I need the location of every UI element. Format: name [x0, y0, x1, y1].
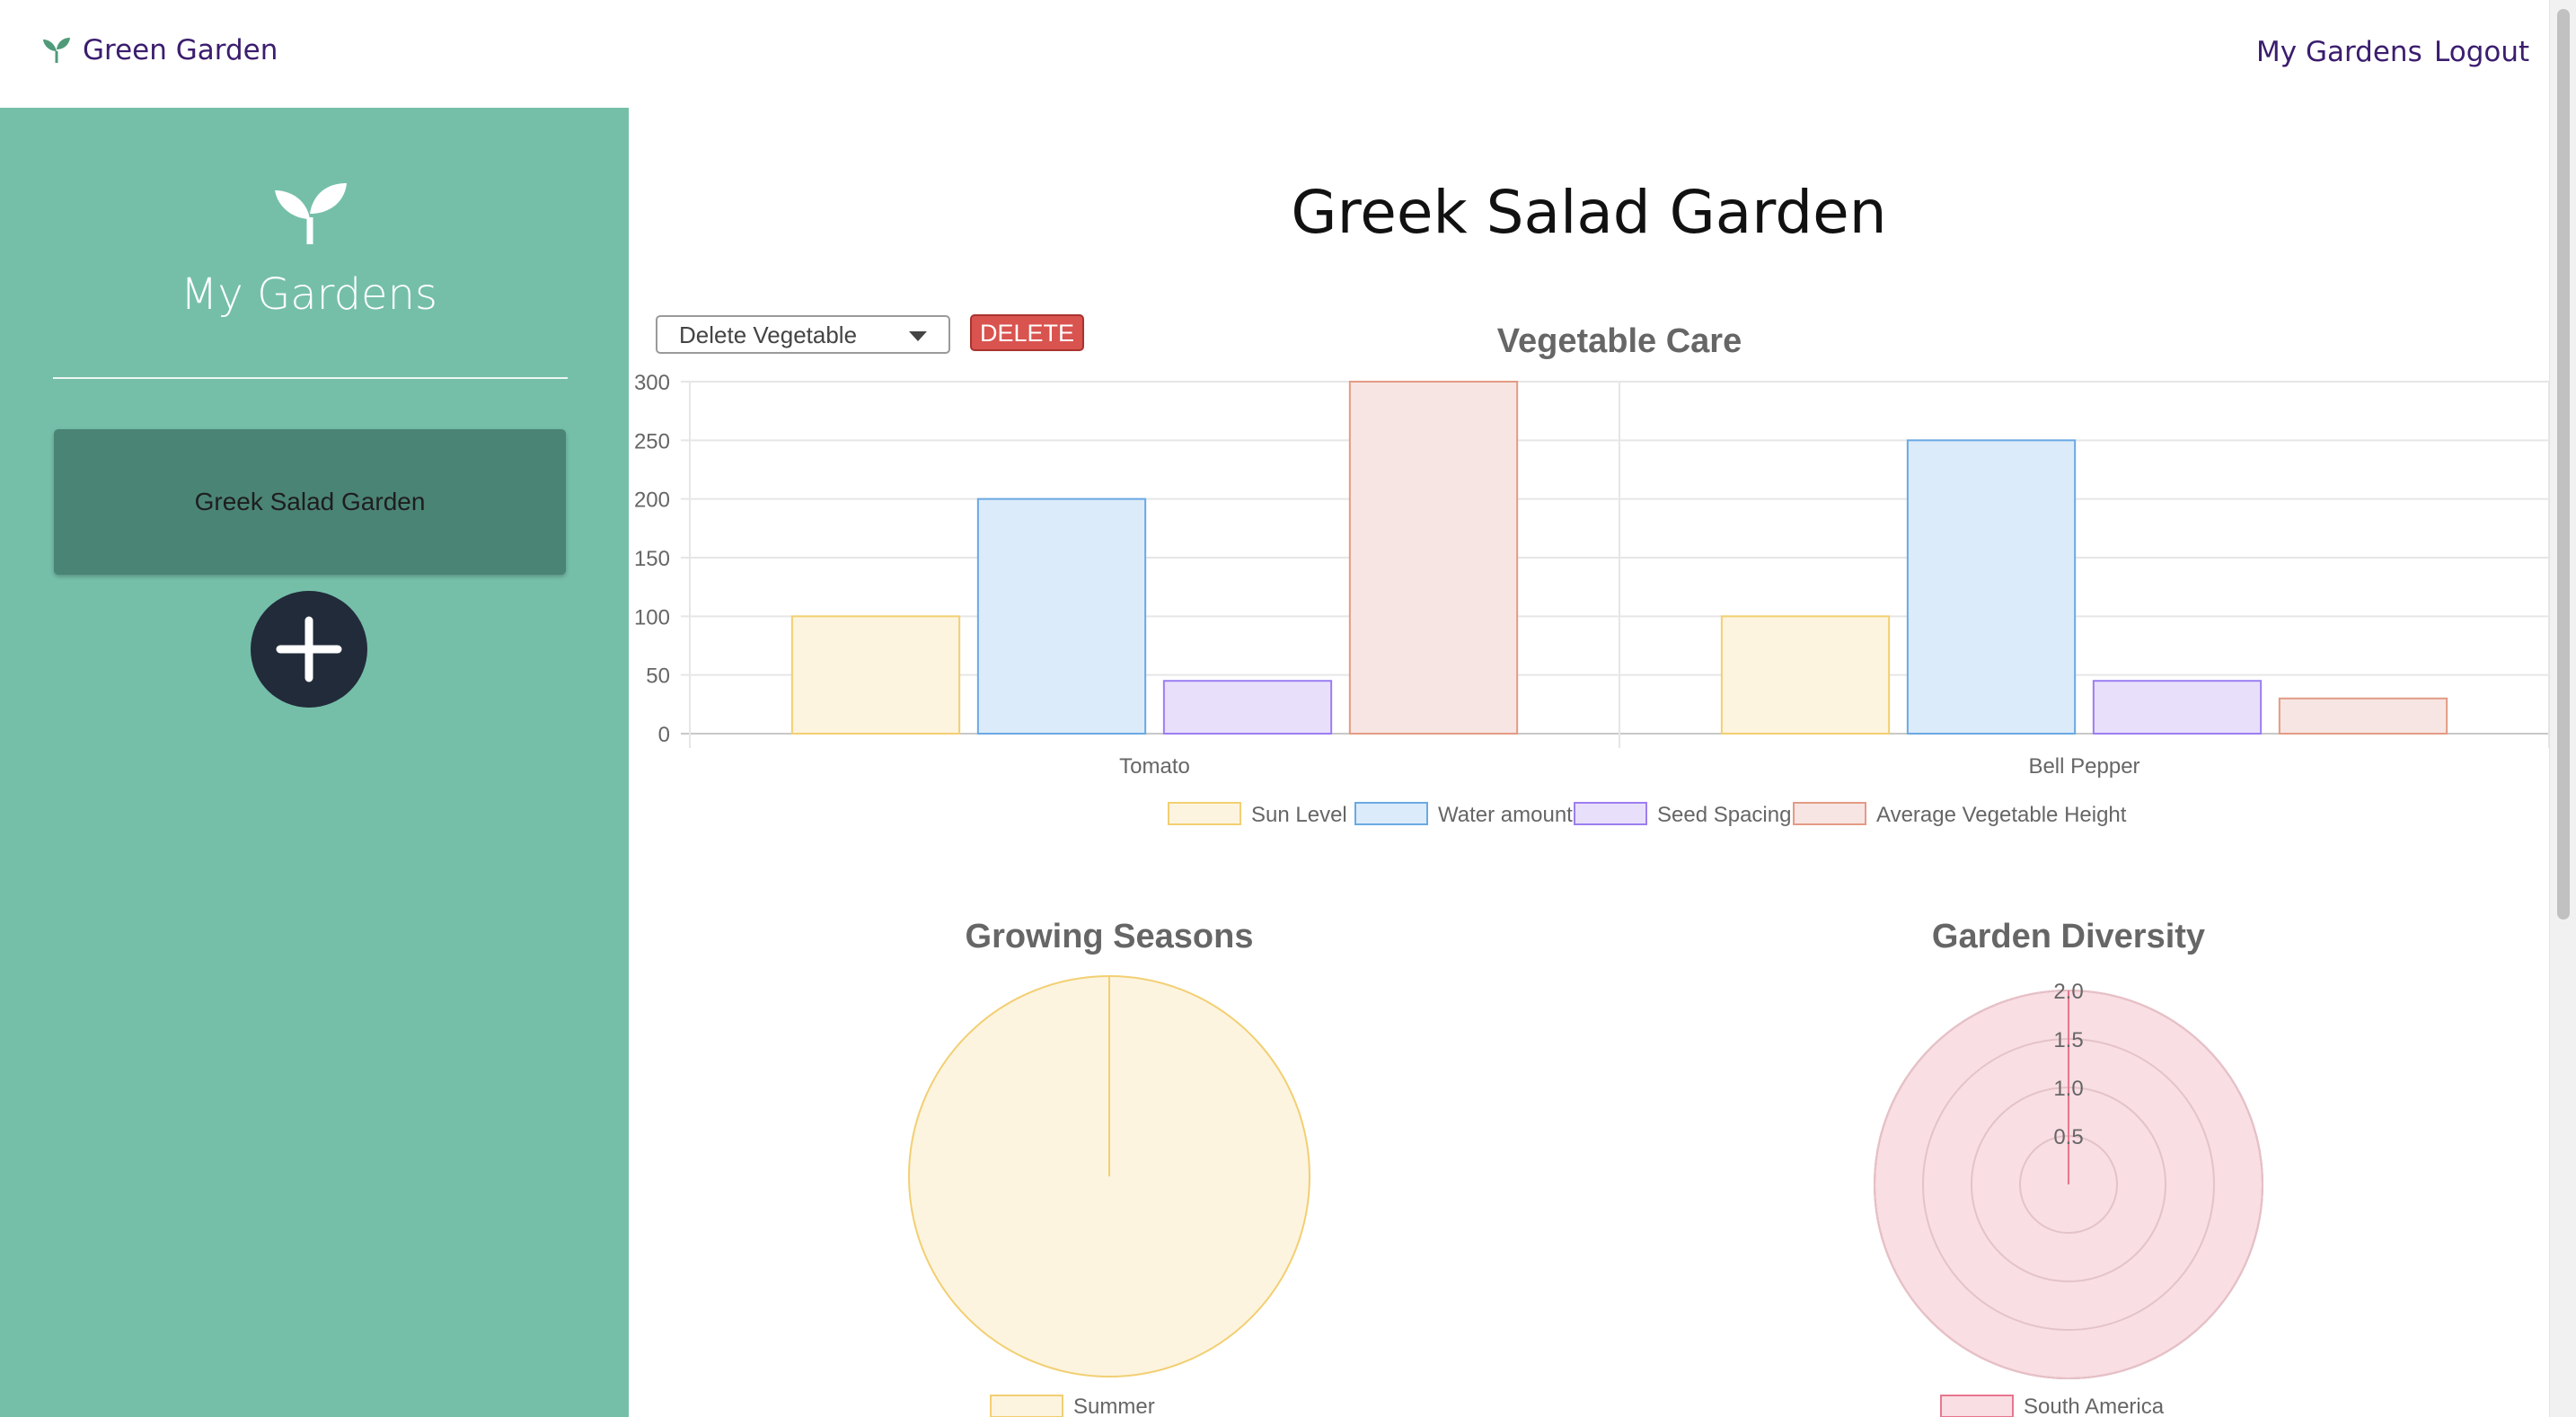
sidebar-divider: [53, 377, 568, 379]
legend-swatch: [1793, 802, 1866, 825]
brand-link[interactable]: Green Garden: [41, 34, 278, 66]
bar: [1720, 615, 1891, 735]
bar: [1348, 381, 1519, 735]
polar-ring: [1874, 990, 2263, 1379]
bar-chart-title: Vegetable Care: [1497, 322, 1742, 360]
bar-y-tick: 250: [634, 429, 670, 453]
bar-y-tick: 50: [646, 664, 670, 689]
nav-link-my-gardens[interactable]: My Gardens: [2256, 36, 2422, 68]
caret-down-icon: [909, 331, 927, 341]
polar-ring: [2019, 1135, 2118, 1234]
legend-label: Average Vegetable Height: [1876, 803, 2127, 827]
polar-ring: [1922, 1038, 2215, 1331]
bar: [976, 497, 1147, 735]
bar-y-tick: 0: [658, 723, 670, 747]
legend-swatch: [990, 1395, 1063, 1417]
bar-y-tick: 200: [634, 488, 670, 513]
polar-ring: [1971, 1087, 2166, 1282]
polar-segment: [1874, 990, 2263, 1379]
bar: [2278, 697, 2448, 735]
bar: [2092, 680, 2263, 735]
bar: [1906, 439, 2077, 735]
pie-slice: [908, 975, 1310, 1377]
bar: [790, 615, 961, 735]
sprout-icon: [275, 183, 347, 244]
pie-chart-title: Growing Seasons: [966, 918, 1254, 955]
legend-swatch: [1168, 802, 1241, 825]
bar: [1162, 680, 1333, 735]
bar-x-tick: Bell Pepper: [2028, 754, 2139, 779]
top-navbar: Green Garden My Gardens Logout: [0, 0, 2576, 108]
legend-label: Summer: [1073, 1395, 1155, 1417]
legend-swatch: [1940, 1395, 2014, 1417]
scrollbar-thumb[interactable]: [2557, 9, 2570, 920]
garden-card[interactable]: Greek Salad Garden: [54, 429, 566, 575]
sidebar: My Gardens Greek Salad Garden: [0, 108, 629, 1417]
select-value: Delete Vegetable: [679, 321, 858, 348]
polar-chart-title: Garden Diversity: [1932, 918, 2205, 955]
nav-link-logout[interactable]: Logout: [2434, 36, 2529, 68]
legend-label: Sun Level: [1251, 803, 1347, 827]
delete-vegetable-select[interactable]: Delete Vegetable: [656, 315, 950, 354]
bar-y-tick: 100: [634, 605, 670, 629]
bar-y-tick: 300: [634, 371, 670, 395]
bar-y-tick: 150: [634, 547, 670, 571]
legend-swatch: [1354, 802, 1428, 825]
polar-r-tick: 2.0: [2053, 980, 2083, 1004]
polar-r-tick: 0.5: [2053, 1125, 2083, 1149]
legend-label: South America: [2024, 1395, 2165, 1417]
delete-button[interactable]: DELETE: [970, 314, 1084, 351]
brand-name: Green Garden: [83, 34, 278, 66]
legend-label: Seed Spacing: [1657, 803, 1791, 827]
plus-icon: [276, 616, 342, 682]
sidebar-title: My Gardens: [180, 269, 437, 320]
bar-x-tick: Tomato: [1119, 754, 1190, 779]
garden-card-label: Greek Salad Garden: [194, 488, 426, 515]
legend-swatch: [1574, 802, 1647, 825]
page-title: Greek Salad Garden: [1291, 178, 1887, 247]
add-garden-button[interactable]: [251, 591, 367, 708]
polar-r-tick: 1.5: [2053, 1028, 2083, 1052]
polar-r-tick: 1.0: [2053, 1077, 2083, 1101]
legend-label: Water amount: [1438, 803, 1573, 827]
sprout-icon: [43, 38, 70, 63]
